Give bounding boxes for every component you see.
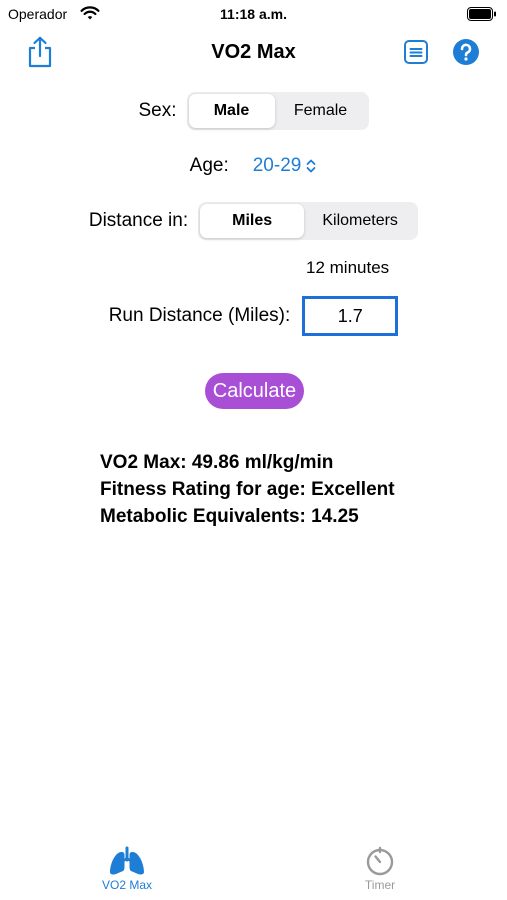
sex-row: Sex: Male Female bbox=[0, 92, 507, 130]
age-row: Age: 20-29 bbox=[0, 152, 507, 180]
distance-option-miles[interactable]: Miles bbox=[200, 204, 305, 238]
carrier-label: Operador bbox=[8, 6, 68, 22]
help-button[interactable] bbox=[450, 36, 482, 68]
battery-icon bbox=[467, 7, 496, 21]
tab-vo2-max-label: VO2 Max bbox=[101, 878, 152, 892]
sex-option-male[interactable]: Male bbox=[188, 94, 275, 128]
chevron-up-down-icon bbox=[306, 159, 316, 173]
sex-option-female[interactable]: Female bbox=[275, 94, 367, 128]
tab-timer[interactable]: Timer bbox=[330, 846, 430, 892]
distance-option-kilometers[interactable]: Kilometers bbox=[304, 204, 416, 238]
tab-vo2-max[interactable]: VO2 Max bbox=[77, 846, 177, 892]
tab-timer-label: Timer bbox=[364, 878, 396, 892]
calculate-button[interactable]: Calculate bbox=[205, 373, 304, 409]
status-time: 11:18 a.m. bbox=[220, 6, 287, 22]
share-icon bbox=[28, 36, 52, 68]
status-bar: Operador 11:18 a.m. bbox=[0, 0, 507, 28]
metabolic-equivalents-result: Metabolic Equivalents: 14.25 bbox=[100, 506, 359, 527]
navigation-bar: VO2 Max bbox=[0, 30, 507, 74]
run-distance-row: Run Distance (Miles): bbox=[0, 295, 507, 337]
tab-bar: VO2 Max Timer bbox=[0, 838, 507, 900]
sex-label: Sex: bbox=[138, 100, 177, 121]
vo2-max-result: VO2 Max: 49.86 ml/kg/min bbox=[100, 452, 334, 473]
fitness-rating-result: Fitness Rating for age: Excellent bbox=[100, 479, 395, 500]
run-distance-label: Run Distance (Miles): bbox=[108, 305, 291, 326]
run-distance-input[interactable] bbox=[302, 296, 399, 336]
distance-label: Distance in: bbox=[88, 210, 189, 231]
lungs-icon bbox=[110, 846, 144, 875]
duration-label: 12 minutes bbox=[306, 258, 390, 277]
share-button[interactable] bbox=[22, 34, 58, 70]
sex-segmented-control: Male Female bbox=[186, 92, 369, 130]
results-panel: VO2 Max: 49.86 ml/kg/min Fitness Rating … bbox=[100, 449, 395, 530]
age-value: 20-29 bbox=[252, 155, 302, 176]
timer-icon bbox=[366, 846, 394, 876]
wifi-icon bbox=[80, 6, 100, 20]
age-label: Age: bbox=[189, 155, 229, 176]
list-icon bbox=[404, 40, 428, 64]
distance-segmented-control: Miles Kilometers bbox=[198, 202, 419, 240]
distance-row: Distance in: Miles Kilometers bbox=[0, 202, 507, 240]
question-icon bbox=[453, 39, 479, 65]
list-button[interactable] bbox=[400, 36, 432, 68]
age-picker[interactable]: 20-29 bbox=[253, 155, 318, 177]
